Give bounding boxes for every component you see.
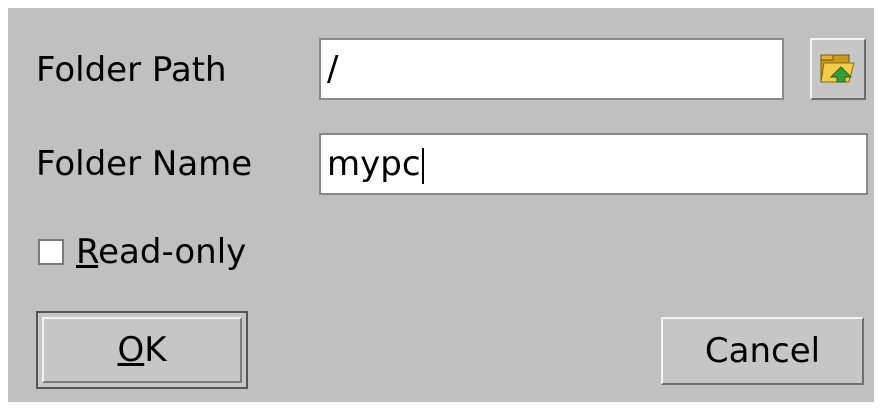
folder-browse-icon — [820, 54, 855, 83]
ok-button-face: OK — [42, 317, 242, 383]
folder-dialog: Folder Path / Folder Name mypc Read-only… — [8, 8, 874, 402]
ok-button[interactable]: OK — [36, 311, 248, 389]
folder-name-input[interactable]: mypc — [319, 133, 868, 195]
browse-folder-button[interactable] — [810, 38, 866, 100]
folder-path-label: Folder Path — [36, 50, 227, 90]
cancel-button[interactable]: Cancel — [661, 317, 864, 385]
readonly-option[interactable]: Read-only — [38, 232, 246, 272]
ok-mnemonic: O — [117, 330, 145, 370]
ok-label-rest: K — [144, 330, 167, 370]
readonly-mnemonic: R — [76, 232, 99, 272]
readonly-label-rest: ead-only — [98, 232, 247, 272]
folder-path-input[interactable]: / — [319, 38, 784, 100]
folder-name-label: Folder Name — [36, 144, 253, 184]
folder-path-value: / — [327, 49, 339, 89]
folder-name-value: mypc — [327, 144, 421, 184]
text-caret — [421, 147, 424, 184]
readonly-label: Read-only — [76, 232, 246, 272]
readonly-checkbox[interactable] — [38, 239, 64, 265]
